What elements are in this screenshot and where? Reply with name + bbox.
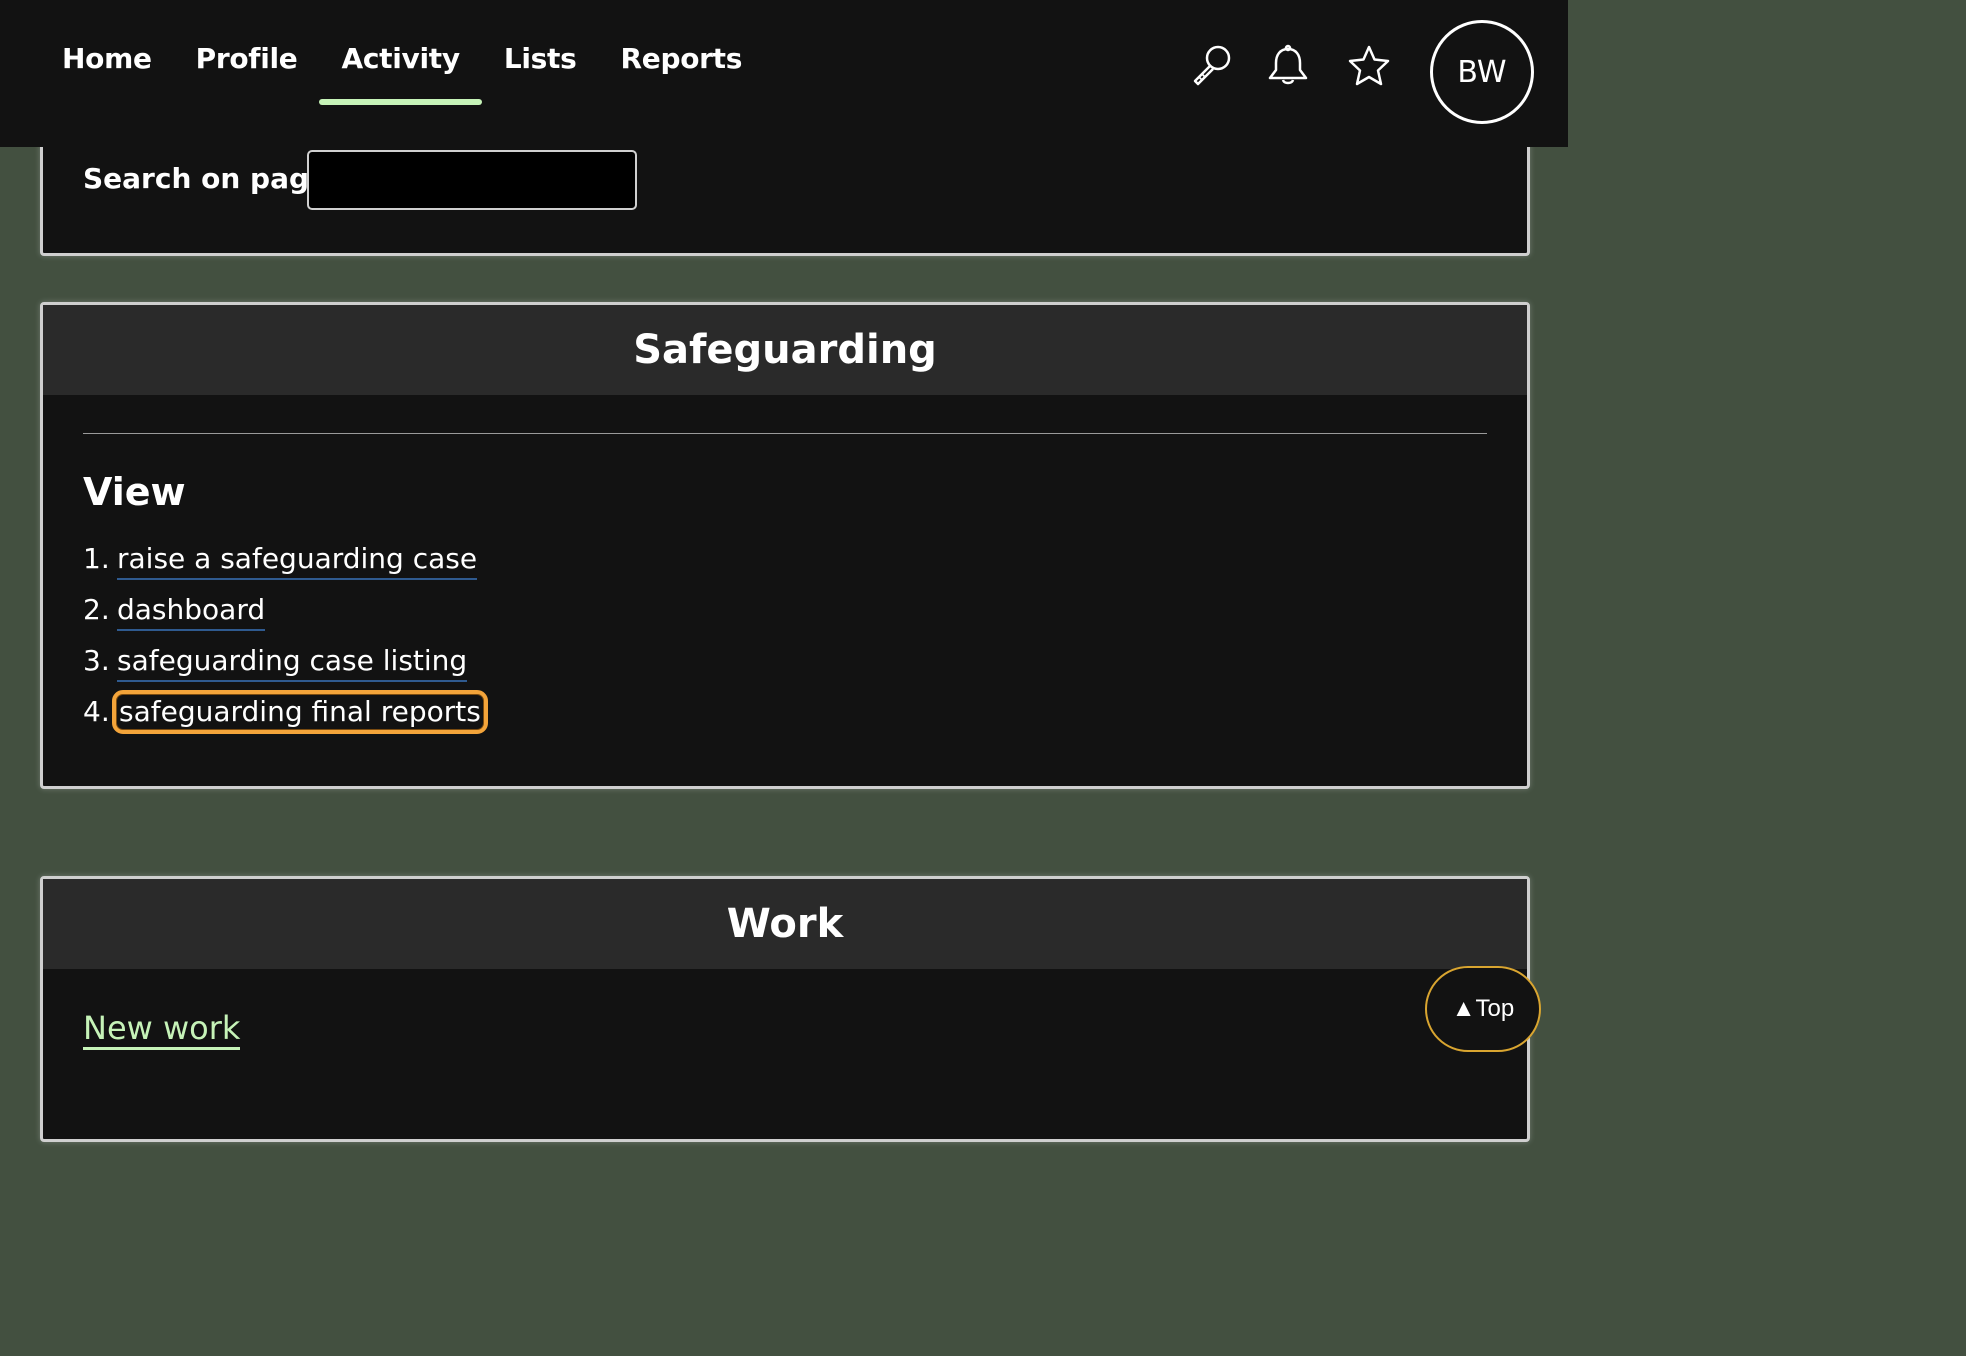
work-card: Work New work: [40, 876, 1530, 1142]
divider: [83, 433, 1487, 434]
list-item: 3. safeguarding case listing: [83, 644, 1527, 695]
nav-home[interactable]: Home: [40, 0, 174, 105]
user-avatar[interactable]: BW: [1430, 20, 1534, 124]
list-number: 4.: [83, 695, 110, 728]
main-nav: Home Profile Activity Lists Reports: [40, 0, 764, 147]
nav-lists[interactable]: Lists: [482, 0, 599, 105]
work-title: Work: [43, 879, 1527, 969]
safeguarding-card: Safeguarding View 1. raise a safeguardin…: [40, 302, 1530, 789]
search-label: Search on page: [83, 162, 329, 195]
dashboard-link[interactable]: dashboard: [117, 593, 266, 631]
bell-icon[interactable]: [1266, 44, 1310, 88]
view-list: 1. raise a safeguarding case 2. dashboar…: [83, 542, 1527, 746]
nav-profile[interactable]: Profile: [174, 0, 320, 105]
safeguarding-title: Safeguarding: [43, 305, 1527, 395]
list-item: 2. dashboard: [83, 593, 1527, 644]
raise-safeguarding-case-link[interactable]: raise a safeguarding case: [117, 542, 478, 580]
top-navigation-bar: Home Profile Activity Lists Reports BW: [0, 0, 1568, 147]
list-number: 1.: [83, 542, 110, 575]
view-heading: View: [83, 470, 186, 514]
search-input[interactable]: [307, 150, 637, 210]
list-number: 2.: [83, 593, 110, 626]
safeguarding-final-reports-link[interactable]: safeguarding final reports: [112, 690, 488, 734]
nav-reports[interactable]: Reports: [599, 0, 765, 105]
search-icon[interactable]: [1190, 44, 1234, 88]
list-number: 3.: [83, 644, 110, 677]
list-item: 1. raise a safeguarding case: [83, 542, 1527, 593]
star-icon[interactable]: [1347, 44, 1391, 88]
nav-activity[interactable]: Activity: [319, 0, 483, 105]
list-item: 4. safeguarding final reports: [83, 690, 1527, 746]
back-to-top-button[interactable]: ▲Top: [1425, 966, 1541, 1052]
new-work-link[interactable]: New work: [83, 1009, 241, 1050]
safeguarding-case-listing-link[interactable]: safeguarding case listing: [117, 644, 468, 682]
